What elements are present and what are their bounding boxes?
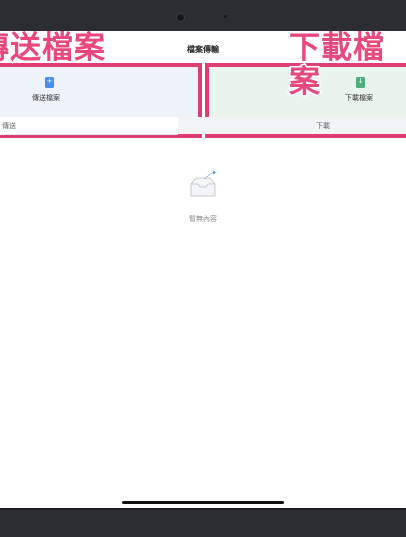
tablet-frame: 檔案傳輸 + 傳送檔案 ↓ 下載檔案 傳送檔案 下載檔案 傳送 下載 xyxy=(0,0,406,537)
home-indicator[interactable] xyxy=(122,501,284,504)
file-upload-icon: + xyxy=(45,77,54,88)
top-bezel xyxy=(0,0,406,31)
tab-upload-label: 傳送 xyxy=(2,122,16,130)
bottom-bezel xyxy=(0,508,406,537)
annotation-upload-title: 傳送檔案 xyxy=(0,31,107,67)
upload-card-label: 傳送檔案 xyxy=(32,94,60,102)
bezel-lip xyxy=(0,508,406,510)
tab-download-label: 下載 xyxy=(316,122,330,130)
tab-upload[interactable]: 傳送 xyxy=(0,117,178,135)
annotation-download-title: 下載檔案 xyxy=(288,31,386,101)
tab-download[interactable]: 下載 xyxy=(178,117,406,134)
transfer-tabs: 傳送 下載 xyxy=(0,117,406,135)
empty-state-message: 暫無內容 xyxy=(189,215,217,223)
app-screen: 檔案傳輸 + 傳送檔案 ↓ 下載檔案 傳送檔案 下載檔案 傳送 下載 xyxy=(0,31,406,508)
ambient-sensor xyxy=(224,15,227,18)
empty-tray-icon xyxy=(190,171,216,197)
front-camera xyxy=(176,13,185,22)
